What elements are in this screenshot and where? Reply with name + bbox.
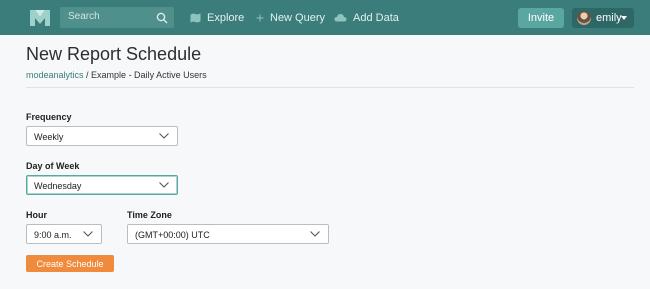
user-name: emily	[596, 12, 622, 24]
time-zone-select[interactable]: (GMT+00:00) UTC	[127, 224, 329, 244]
explore-icon	[190, 13, 201, 22]
nav-new-query[interactable]: New Query	[256, 0, 325, 35]
breadcrumb-separator: /	[83, 70, 92, 80]
day-of-week-label: Day of Week	[26, 161, 80, 171]
chevron-down-icon	[83, 231, 93, 237]
chevron-down-icon	[159, 182, 169, 188]
hour-value: 9:00 a.m.	[34, 230, 72, 240]
top-navigation-bar: Search Explore New Query Add Data Invite…	[0, 0, 650, 35]
time-zone-value: (GMT+00:00) UTC	[135, 230, 210, 240]
nav-new-query-label: New Query	[270, 11, 326, 24]
page-title: New Report Schedule	[26, 44, 202, 64]
time-zone-label: Time Zone	[127, 210, 172, 220]
avatar	[577, 11, 591, 25]
frequency-value: Weekly	[34, 132, 64, 142]
chevron-down-icon	[310, 231, 320, 237]
plus-icon	[256, 14, 264, 21]
nav-explore[interactable]: Explore	[190, 0, 244, 35]
create-schedule-button[interactable]: Create Schedule	[26, 255, 114, 272]
nav-add-data-label: Add Data	[353, 11, 399, 24]
hour-label: Hour	[26, 210, 47, 220]
chevron-down-icon	[159, 133, 169, 139]
breadcrumb: modeanalytics / Example - Daily Active U…	[26, 70, 207, 80]
search-icon[interactable]	[156, 12, 168, 24]
header-divider	[26, 87, 634, 88]
breadcrumb-current: Example - Daily Active Users	[91, 70, 207, 80]
user-menu-button[interactable]: emily	[572, 8, 634, 28]
day-of-week-select[interactable]: Wednesday	[26, 175, 178, 195]
invite-button[interactable]: Invite	[518, 8, 564, 28]
frequency-label: Frequency	[26, 112, 72, 122]
nav-explore-label: Explore	[207, 11, 245, 24]
breadcrumb-link[interactable]: modeanalytics	[26, 70, 84, 80]
frequency-select[interactable]: Weekly	[26, 126, 178, 146]
caret-down-icon	[621, 16, 627, 20]
search-input[interactable]: Search	[60, 7, 174, 28]
cloud-icon	[334, 14, 347, 22]
mode-logo-icon[interactable]	[28, 6, 52, 30]
hour-select[interactable]: 9:00 a.m.	[26, 224, 102, 244]
day-of-week-value: Wednesday	[34, 181, 82, 191]
search-placeholder: Search	[68, 11, 100, 22]
nav-add-data[interactable]: Add Data	[334, 0, 399, 35]
